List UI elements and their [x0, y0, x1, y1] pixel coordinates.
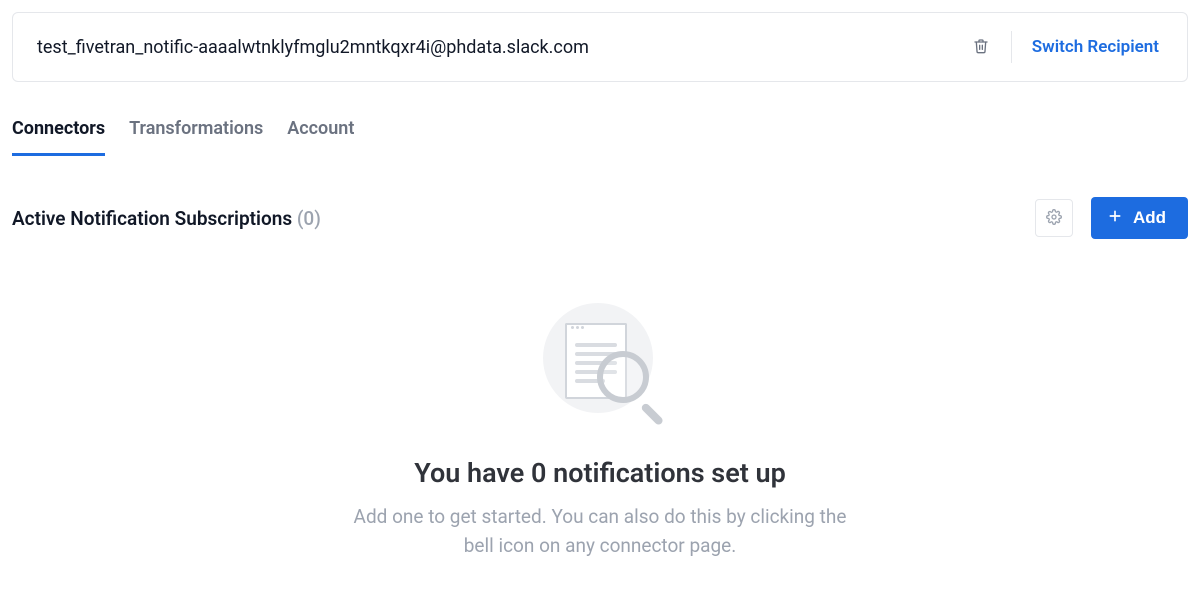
- tab-transformations[interactable]: Transformations: [129, 110, 263, 156]
- tabs: Connectors Transformations Account: [12, 110, 1188, 157]
- plus-icon: [1107, 208, 1123, 229]
- add-button-label: Add: [1133, 208, 1166, 228]
- recipient-email: test_fivetran_notific-aaaalwtnklyfmglu2m…: [37, 37, 951, 58]
- search-document-icon: [535, 303, 665, 433]
- section-title-text: Active Notification Subscriptions: [12, 207, 292, 230]
- add-button[interactable]: Add: [1091, 197, 1188, 239]
- section-header: Active Notification Subscriptions (0) Ad…: [12, 197, 1188, 239]
- empty-heading: You have 0 notifications set up: [414, 457, 786, 489]
- divider: [1011, 31, 1012, 63]
- tab-connectors[interactable]: Connectors: [12, 110, 105, 156]
- section-title: Active Notification Subscriptions (0): [12, 207, 321, 230]
- tab-account[interactable]: Account: [287, 110, 354, 156]
- empty-state: You have 0 notifications set up Add one …: [12, 303, 1188, 560]
- recipient-card: test_fivetran_notific-aaaalwtnklyfmglu2m…: [12, 12, 1188, 82]
- settings-button[interactable]: [1035, 199, 1073, 237]
- delete-recipient-button[interactable]: [967, 33, 995, 61]
- trash-icon: [973, 37, 989, 58]
- subscription-count: (0): [297, 207, 321, 230]
- empty-subtext: Add one to get started. You can also do …: [340, 503, 860, 560]
- gear-icon: [1046, 209, 1062, 228]
- section-actions: Add: [1035, 197, 1188, 239]
- switch-recipient-link[interactable]: Switch Recipient: [1028, 37, 1163, 57]
